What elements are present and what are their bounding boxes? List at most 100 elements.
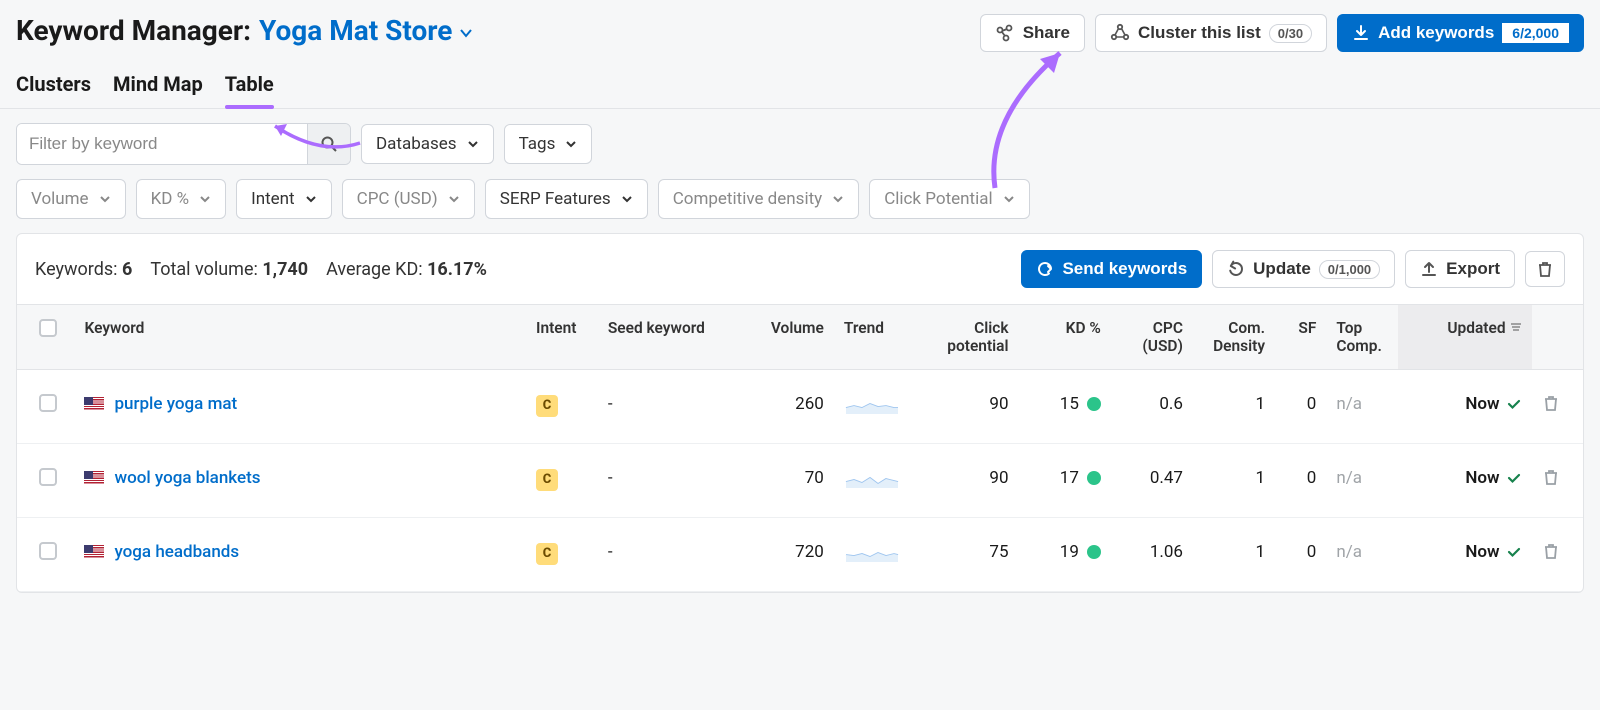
filter-keyword-input[interactable] xyxy=(17,124,307,164)
filter-search-button[interactable] xyxy=(307,124,350,164)
com-cell: 1 xyxy=(1193,370,1275,444)
volume-cell: 260 xyxy=(731,370,834,444)
cluster-list-button[interactable]: Cluster this list 0/30 xyxy=(1095,14,1327,52)
col-seed[interactable]: Seed keyword xyxy=(598,305,731,370)
share-icon xyxy=(995,24,1015,42)
col-kd[interactable]: KD % xyxy=(1019,305,1111,370)
share-label: Share xyxy=(1023,23,1070,43)
trash-icon xyxy=(1542,542,1560,560)
filter-cpc[interactable]: CPC (USD) xyxy=(342,179,475,219)
tab-table[interactable]: Table xyxy=(225,72,274,108)
flag-us-icon xyxy=(84,545,104,559)
table-row: purple yoga mat C - 260 90 15 0.6 1 0 n/… xyxy=(17,370,1583,444)
download-icon xyxy=(1352,24,1370,42)
export-button[interactable]: Export xyxy=(1405,250,1515,288)
keyword-link[interactable]: yoga headbands xyxy=(114,542,239,562)
row-checkbox[interactable] xyxy=(39,542,57,560)
col-volume[interactable]: Volume xyxy=(731,305,834,370)
table-row: yoga headbands C - 720 75 19 1.06 1 0 n/… xyxy=(17,518,1583,592)
row-checkbox[interactable] xyxy=(39,394,57,412)
cluster-count-pill: 0/30 xyxy=(1269,24,1312,43)
filter-clickpotential[interactable]: Click Potential xyxy=(869,179,1029,219)
update-label: Update xyxy=(1253,259,1311,279)
col-keyword[interactable]: Keyword xyxy=(74,305,526,370)
sf-cell: 0 xyxy=(1275,370,1326,444)
chevron-down-icon xyxy=(467,138,479,150)
top-cell: n/a xyxy=(1326,444,1398,518)
refresh-icon xyxy=(1227,260,1245,278)
add-label: Add keywords xyxy=(1378,23,1494,43)
sf-cell: 0 xyxy=(1275,444,1326,518)
filter-intent[interactable]: Intent xyxy=(236,179,332,219)
trend-cell xyxy=(834,444,916,518)
col-sf[interactable]: SF xyxy=(1275,305,1326,370)
add-keywords-button[interactable]: Add keywords 6/2,000 xyxy=(1337,14,1584,52)
update-button[interactable]: Update 0/1,000 xyxy=(1212,250,1395,288)
search-icon xyxy=(320,135,338,153)
updated-cell: Now xyxy=(1398,444,1531,518)
export-icon xyxy=(1420,260,1438,278)
filter-competitive[interactable]: Competitive density xyxy=(658,179,859,219)
check-icon xyxy=(1506,470,1522,486)
kd-dot-icon xyxy=(1087,471,1101,485)
col-updated[interactable]: Updated xyxy=(1398,305,1531,370)
kd-cell: 17 xyxy=(1019,444,1111,518)
select-all-checkbox[interactable] xyxy=(39,319,57,337)
col-com[interactable]: Com. Density xyxy=(1193,305,1275,370)
col-top[interactable]: Top Comp. xyxy=(1326,305,1398,370)
update-count-pill: 0/1,000 xyxy=(1319,260,1380,279)
trend-cell xyxy=(834,518,916,592)
top-cell: n/a xyxy=(1326,518,1398,592)
filter-tags[interactable]: Tags xyxy=(504,124,593,164)
send-keywords-button[interactable]: Send keywords xyxy=(1021,250,1202,288)
com-cell: 1 xyxy=(1193,444,1275,518)
cpc-cell: 1.06 xyxy=(1111,518,1193,592)
top-cell: n/a xyxy=(1326,370,1398,444)
cpc-cell: 0.6 xyxy=(1111,370,1193,444)
check-icon xyxy=(1506,396,1522,412)
share-button[interactable]: Share xyxy=(980,14,1085,52)
trash-icon xyxy=(1536,260,1554,278)
filter-databases[interactable]: Databases xyxy=(361,124,494,164)
filter-serp[interactable]: SERP Features xyxy=(485,179,648,219)
sf-cell: 0 xyxy=(1275,518,1326,592)
keyword-link[interactable]: wool yoga blankets xyxy=(114,468,260,488)
filter-volume[interactable]: Volume xyxy=(16,179,126,219)
store-name: Yoga Mat Store xyxy=(259,14,452,47)
row-checkbox[interactable] xyxy=(39,468,57,486)
filter-input-group xyxy=(16,123,351,165)
kd-dot-icon xyxy=(1087,545,1101,559)
trash-icon xyxy=(1542,468,1560,486)
intent-badge: C xyxy=(536,469,558,491)
keyword-link[interactable]: purple yoga mat xyxy=(114,394,237,414)
chevron-down-icon xyxy=(832,193,844,205)
row-delete-button[interactable] xyxy=(1542,397,1560,417)
col-intent[interactable]: Intent xyxy=(526,305,598,370)
click-cell: 75 xyxy=(916,518,1019,592)
col-click[interactable]: Click potential xyxy=(916,305,1019,370)
col-cpc[interactable]: CPC (USD) xyxy=(1111,305,1193,370)
com-cell: 1 xyxy=(1193,518,1275,592)
filter-kd[interactable]: KD % xyxy=(136,179,227,219)
volume-cell: 70 xyxy=(731,444,834,518)
send-icon xyxy=(1036,260,1054,278)
add-count-pill: 6/2,000 xyxy=(1502,23,1569,43)
updated-cell: Now xyxy=(1398,518,1531,592)
delete-all-button[interactable] xyxy=(1525,251,1565,287)
chevron-down-icon xyxy=(99,193,111,205)
store-selector[interactable]: Yoga Mat Store xyxy=(259,14,474,47)
table-row: wool yoga blankets C - 70 90 17 0.47 1 0… xyxy=(17,444,1583,518)
row-delete-button[interactable] xyxy=(1542,545,1560,565)
cluster-label: Cluster this list xyxy=(1138,23,1261,43)
row-delete-button[interactable] xyxy=(1542,471,1560,491)
chevron-down-icon xyxy=(305,193,317,205)
kd-dot-icon xyxy=(1087,397,1101,411)
check-icon xyxy=(1506,544,1522,560)
export-label: Export xyxy=(1446,259,1500,279)
tab-clusters[interactable]: Clusters xyxy=(16,72,91,108)
send-label: Send keywords xyxy=(1062,259,1187,279)
trend-sparkline-icon xyxy=(844,394,900,414)
col-trend[interactable]: Trend xyxy=(834,305,916,370)
tab-mindmap[interactable]: Mind Map xyxy=(113,72,203,108)
chevron-down-icon xyxy=(1003,193,1015,205)
